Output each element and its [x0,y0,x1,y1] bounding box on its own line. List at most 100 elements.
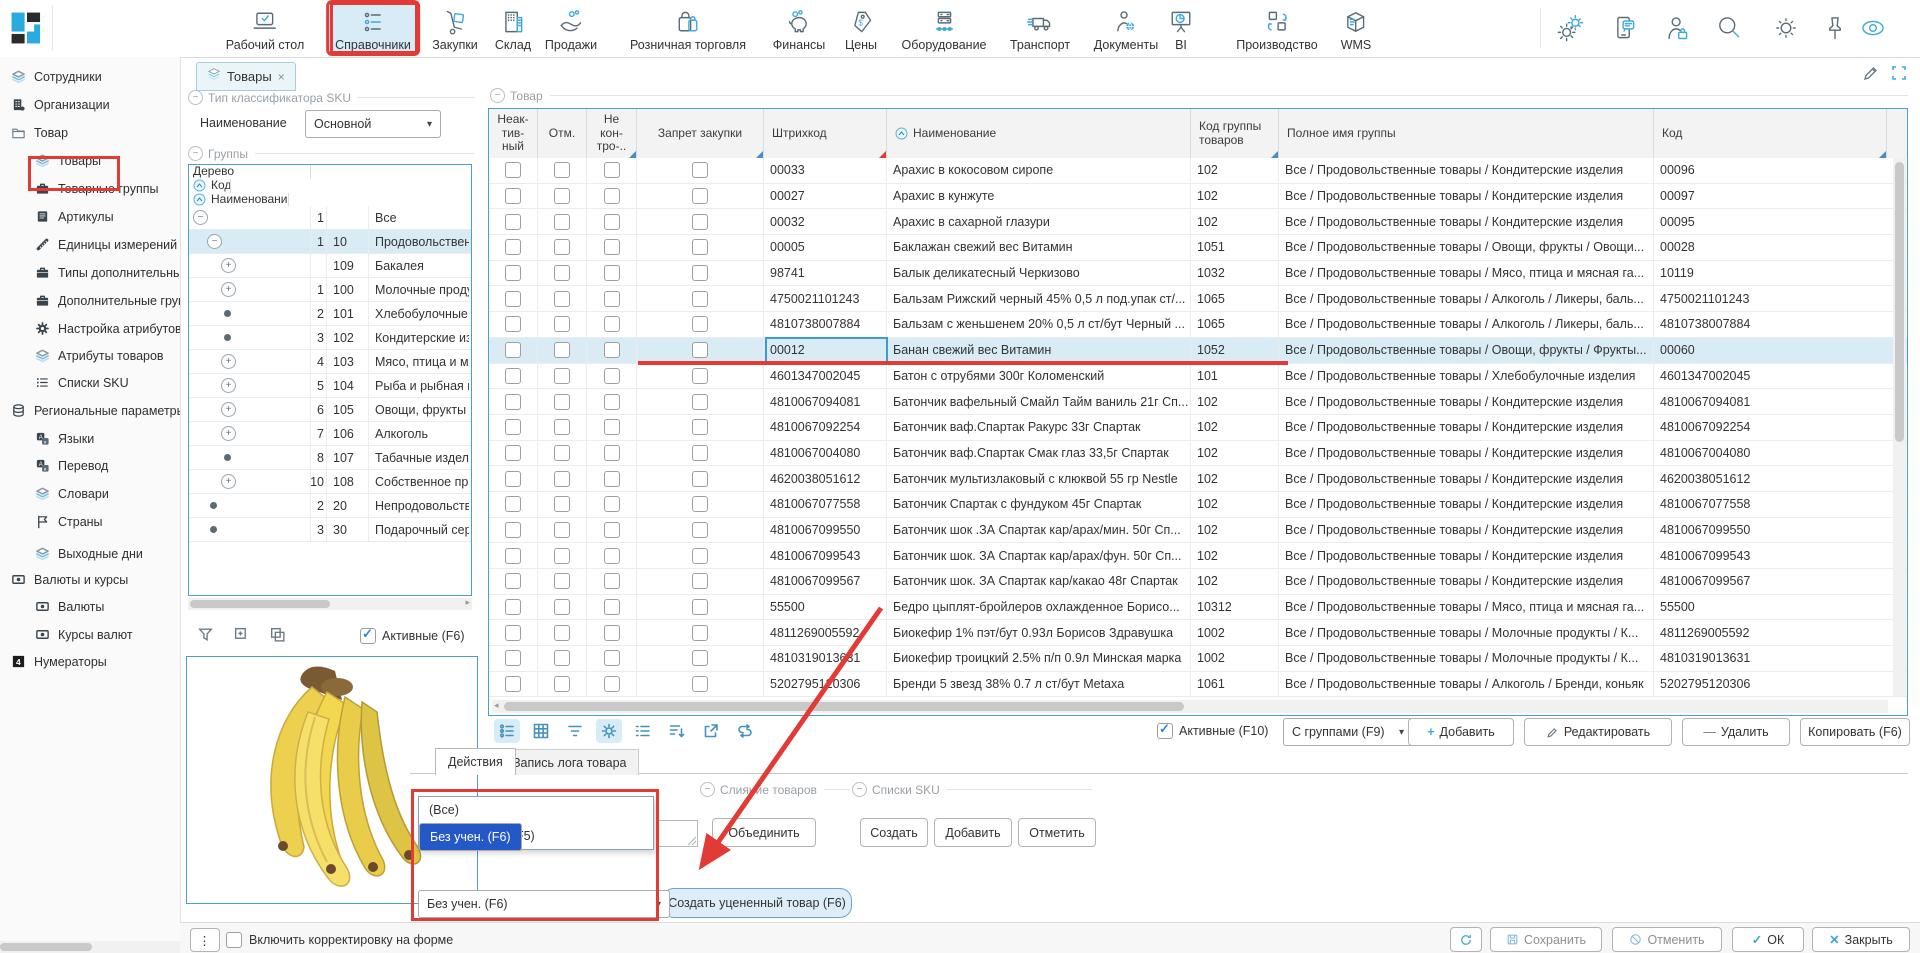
with-groups-select[interactable]: С группами (F9)▾ [1283,718,1413,746]
inactive-checkbox[interactable] [505,522,521,538]
groups-tree-row[interactable]: 2101Хлебобулочные из [189,302,471,326]
sidebar-item-8[interactable]: Дополнительные группы [0,287,181,314]
groups-hscrollbar[interactable]: ▸ [188,598,472,610]
grid-icon[interactable] [528,719,554,743]
filter-input[interactable] [658,820,698,847]
filter-icon[interactable] [562,719,588,743]
product-row[interactable]: 4810067094081Батончик вафельный Смайл Та… [489,389,1907,415]
products-col-1[interactable]: Отм. [538,109,587,158]
sidebar-item-5[interactable]: Артикулы [0,203,181,230]
transfer-icon[interactable] [732,719,758,743]
product-row[interactable]: 4810067099543Батончик шок. ЗА Спартак ка… [489,543,1907,569]
sidebar-item-11[interactable]: Списки SKU [0,369,181,396]
marked-checkbox[interactable] [554,394,570,410]
tab-product-log[interactable]: Запись лога товара [500,749,639,775]
expand-plus-icon[interactable]: + [221,474,236,489]
delete-button[interactable]: —Удалить [1682,718,1790,746]
uncontrolled-checkbox[interactable] [604,316,620,332]
dropdown-option[interactable]: (Все) [419,797,653,823]
collapse-icon[interactable]: − [188,146,203,161]
inactive-checkbox[interactable] [505,496,521,512]
tab-actions[interactable]: Действия [435,748,516,775]
sidebar-item-4[interactable]: Товарные группы [0,175,181,202]
sku-mark-button[interactable]: Отметить [1018,818,1096,847]
eye-icon[interactable] [1858,13,1888,43]
expand-plus-icon[interactable]: + [221,402,236,417]
purchase-ban-checkbox[interactable] [692,625,708,641]
purchase-ban-checkbox[interactable] [692,368,708,384]
sidebar-item-13[interactable]: AяЯзыки [0,425,181,452]
groups-tree-row[interactable]: 8107Табачные изделия [189,446,471,470]
list-settings-icon[interactable] [494,719,520,743]
add-button[interactable]: +Добавить [1408,718,1514,746]
purchase-ban-checkbox[interactable] [692,239,708,255]
product-row[interactable]: 4811269005592Биокефир 1% пэт/бут 0.93л Б… [489,620,1907,646]
groups-tree-row[interactable]: 3102Кондитерские изде [189,326,471,350]
purchase-ban-checkbox[interactable] [692,162,708,178]
inactive-checkbox[interactable] [505,625,521,641]
purchase-ban-checkbox[interactable] [692,214,708,230]
marked-checkbox[interactable] [554,162,570,178]
product-row[interactable]: 4810067099550Батончик шок .ЗА Спартак ка… [489,518,1907,544]
groups-col-name[interactable]: Наименование [189,193,289,207]
uncontrolled-checkbox[interactable] [604,471,620,487]
adjust-checkbox[interactable] [226,932,242,948]
marked-checkbox[interactable] [554,265,570,281]
inactive-checkbox[interactable] [505,188,521,204]
inactive-checkbox[interactable] [505,599,521,615]
products-col-2[interactable]: Не кон- тро-.. [587,109,637,158]
expand-icon[interactable] [1890,64,1908,87]
tab-products[interactable]: Товары × [196,62,296,91]
marked-checkbox[interactable] [554,522,570,538]
sidebar-item-1[interactable]: Организации [0,91,181,118]
uncontrolled-checkbox[interactable] [604,599,620,615]
purchase-ban-checkbox[interactable] [692,394,708,410]
inactive-checkbox[interactable] [505,214,521,230]
groups-tree-row[interactable]: +5104Рыба и рыбная гас [189,374,471,398]
uncontrolled-checkbox[interactable] [604,394,620,410]
sidebar-item-14[interactable]: AяПеревод [0,452,181,479]
inactive-checkbox[interactable] [505,162,521,178]
sidebar-item-7[interactable]: Типы дополнительных гру [0,259,181,286]
sidebar-item-16[interactable]: Страны [0,508,181,535]
expand-plus-icon[interactable]: + [221,282,236,297]
sku-create-button[interactable]: Создать [860,818,928,847]
numbered-list-icon[interactable] [630,719,656,743]
sidebar-item-19[interactable]: Валюты [0,593,181,620]
marked-checkbox[interactable] [554,239,570,255]
groups-tree-row[interactable]: +109Бакалея [189,254,471,278]
purchase-ban-checkbox[interactable] [692,650,708,666]
purchase-ban-checkbox[interactable] [692,548,708,564]
uncontrolled-checkbox[interactable] [604,573,620,589]
uncontrolled-checkbox[interactable] [604,239,620,255]
sort-list-icon[interactable] [664,719,690,743]
groups-col-code[interactable]: Код [189,179,231,193]
purchase-ban-checkbox[interactable] [692,316,708,332]
purchase-ban-checkbox[interactable] [692,573,708,589]
groups-col-tree[interactable]: Дерево [189,165,311,179]
search-icon[interactable] [1714,13,1744,43]
active-checkbox[interactable] [360,628,376,644]
marked-checkbox[interactable] [554,548,570,564]
copy-button[interactable]: Копировать (F6) [1800,718,1910,746]
marked-checkbox[interactable] [554,214,570,230]
uncontrolled-checkbox[interactable] [604,291,620,307]
products-col-8[interactable]: Код [1654,109,1887,158]
marked-checkbox[interactable] [554,368,570,384]
product-row[interactable]: 00027Арахис в кунжуте102Все / Продовольс… [489,184,1907,210]
product-row[interactable]: 4620038051612Батончик мультизлаковый с к… [489,466,1907,492]
purchase-ban-checkbox[interactable] [692,445,708,461]
purchase-ban-checkbox[interactable] [692,676,708,692]
product-row[interactable]: 98741Балык деликатесный Черкизово1032Все… [489,261,1907,287]
groups-tree-row[interactable]: +10108Собственное прои [189,470,471,494]
marked-checkbox[interactable] [554,496,570,512]
collapse-minus-icon[interactable]: − [193,210,208,225]
purchase-ban-checkbox[interactable] [692,522,708,538]
products-col-0[interactable]: Неак- тив- ный [489,109,538,158]
sidebar-item-15[interactable]: Словари [0,480,181,507]
product-row[interactable]: 4810067092254Батончик ваф.Спартак Ракурс… [489,415,1907,441]
groups-tree-row[interactable]: +7106Алкоголь [189,422,471,446]
uncontrolled-checkbox[interactable] [604,162,620,178]
product-row[interactable]: 4750021101243Бальзам Рижский черный 45% … [489,286,1907,312]
product-row[interactable]: 4810738007884Бальзам с женьшенем 20% 0,5… [489,312,1907,338]
